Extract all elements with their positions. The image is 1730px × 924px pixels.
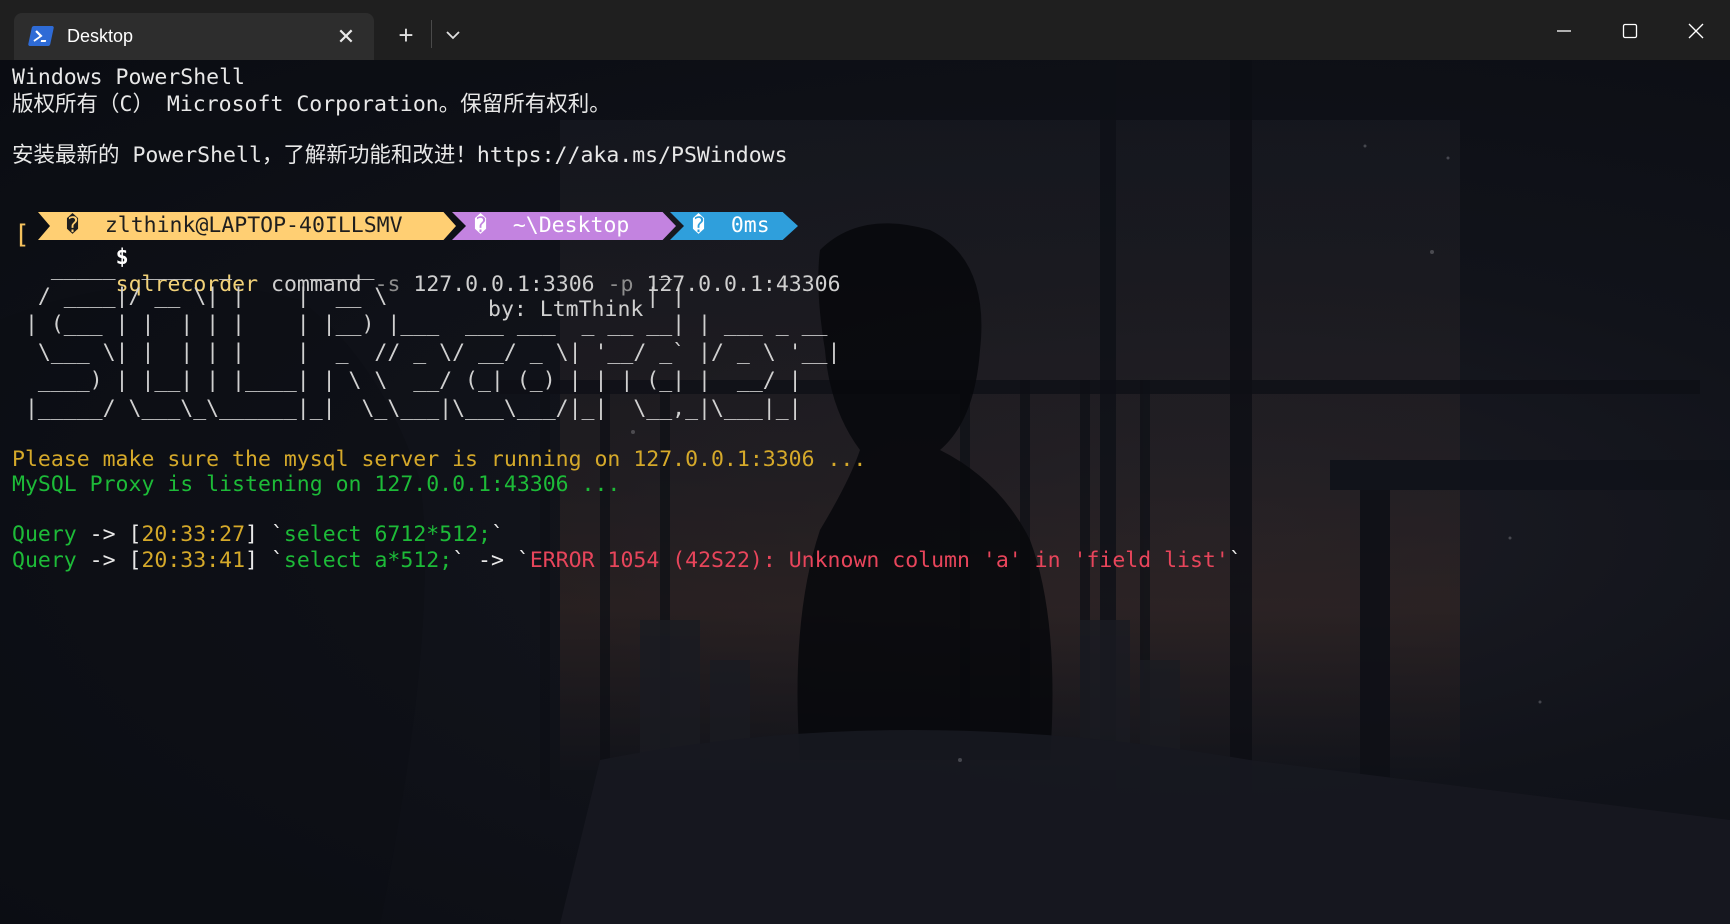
powershell-icon — [27, 26, 55, 46]
query-log-line: Query -> [20:33:41] `select a*512;` -> `… — [12, 547, 1242, 574]
query-sql: select 6712*512; — [283, 522, 491, 547]
tab-desktop[interactable]: Desktop ✕ — [14, 13, 374, 60]
query-time: 20:33:27 — [141, 522, 246, 547]
terminal-window: Desktop ✕ + Windows PowerShell 版权所有（C） M… — [0, 0, 1730, 924]
titlebar-divider — [431, 20, 432, 48]
ascii-banner: _____ ____ _ _____ _ / ____|/ __ \| | | … — [24, 256, 841, 421]
query-end: ` — [452, 548, 466, 573]
prompt-bracket: [ — [14, 220, 30, 250]
header-line-3: 安装最新的 PowerShell，了解新功能和改进！https://aka.ms… — [12, 143, 788, 168]
terminal-pane[interactable]: Windows PowerShell 版权所有（C） Microsoft Cor… — [0, 60, 1730, 924]
query-sql: select a*512; — [283, 548, 453, 573]
query-time: 20:33:41 — [141, 548, 246, 573]
proxy-listening: MySQL Proxy is listening on 127.0.0.1:43… — [12, 472, 621, 497]
result-end: ` — [1228, 548, 1242, 573]
chevron-down-icon[interactable] — [440, 22, 466, 48]
query-arrow: -> [ — [76, 522, 142, 547]
header-line-2: 版权所有（C） Microsoft Corporation。保留所有权利。 — [12, 92, 611, 117]
minimize-button[interactable] — [1544, 14, 1584, 48]
query-label: Query — [12, 548, 77, 573]
query-error: ERROR 1054 (42S22): Unknown column 'a' i… — [529, 548, 1229, 573]
maximize-button[interactable] — [1610, 14, 1650, 48]
header-line-1: Windows PowerShell — [12, 65, 245, 90]
maximize-icon — [1622, 23, 1638, 39]
minimize-icon — [1557, 30, 1571, 32]
close-window-button[interactable] — [1676, 14, 1716, 48]
query-end: ` — [490, 522, 504, 547]
query-arrow: -> [ — [76, 548, 142, 573]
tab-title: Desktop — [67, 26, 134, 46]
result-arrow: -> ` — [465, 548, 530, 573]
close-icon — [1688, 23, 1704, 39]
title-bar: Desktop ✕ + — [0, 0, 1730, 60]
new-tab-button[interactable]: + — [392, 21, 420, 49]
query-bracket: ] ` — [245, 522, 284, 547]
query-label: Query — [12, 522, 77, 547]
query-bracket: ] ` — [245, 548, 284, 573]
close-tab-icon[interactable]: ✕ — [332, 23, 360, 51]
banner-byline: by: LtmThink — [488, 297, 644, 322]
query-log-line: Query -> [20:33:27] `select 6712*512;` — [12, 521, 504, 548]
server-notice: Please make sure the mysql server is run… — [12, 447, 867, 472]
